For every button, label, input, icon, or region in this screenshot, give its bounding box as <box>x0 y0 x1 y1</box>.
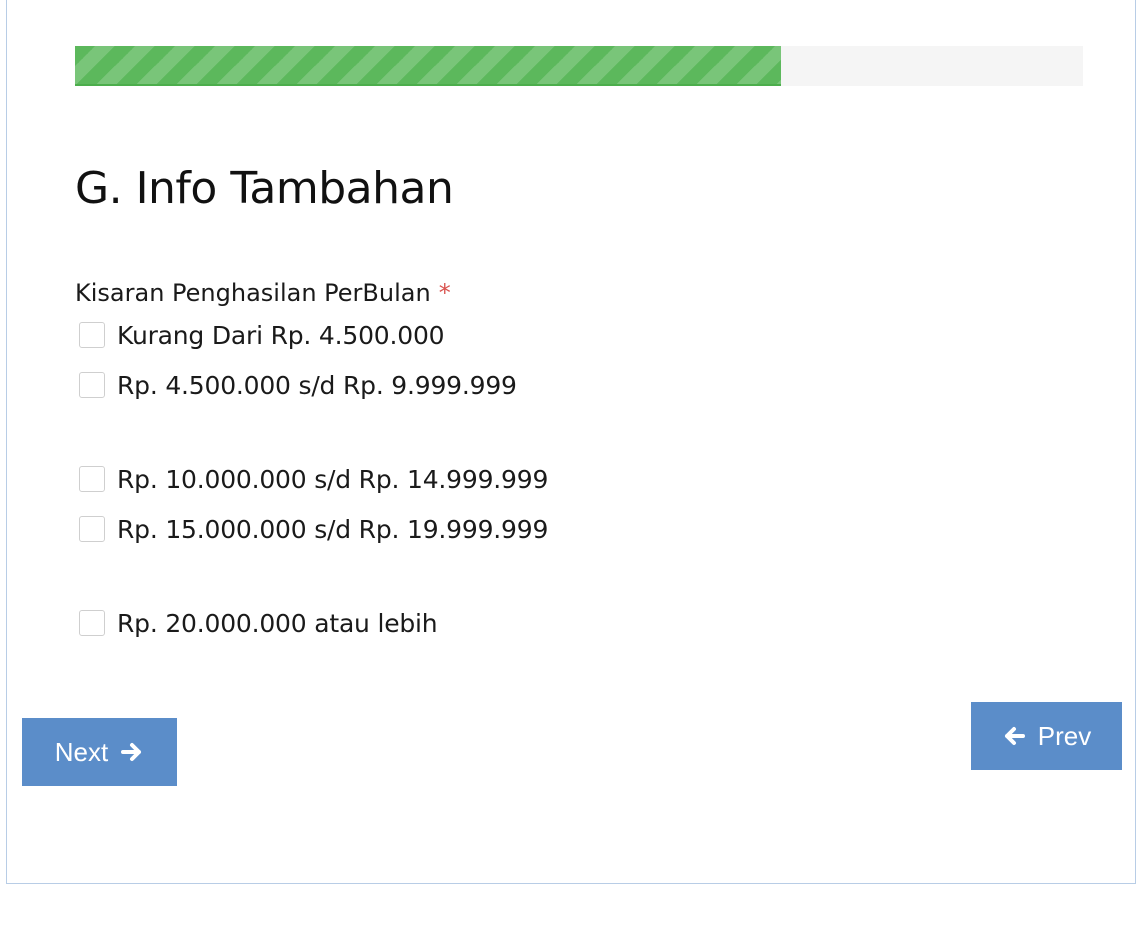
income-option-4-checkbox[interactable] <box>79 516 105 542</box>
income-option-2-label: Rp. 4.500.000 s/d Rp. 9.999.999 <box>117 370 517 400</box>
prev-button-label: Prev <box>1037 720 1092 751</box>
progress-bar <box>75 46 1083 86</box>
progress-bar-fill <box>75 46 781 86</box>
income-option-1-checkbox[interactable] <box>79 322 105 348</box>
income-option-4[interactable]: Rp. 15.000.000 s/d Rp. 19.999.999 <box>79 513 548 545</box>
income-option-3-label: Rp. 10.000.000 s/d Rp. 14.999.999 <box>117 464 549 494</box>
arrow-right-icon <box>120 740 144 764</box>
income-option-4-label: Rp. 15.000.000 s/d Rp. 19.999.999 <box>117 514 549 544</box>
income-range-label-text: Kisaran Penghasilan PerBulan <box>75 279 431 307</box>
income-option-1-label: Kurang Dari Rp. 4.500.000 <box>117 320 445 350</box>
next-button-label: Next <box>54 736 109 767</box>
prev-button[interactable]: Prev <box>971 702 1122 770</box>
income-range-label: Kisaran Penghasilan PerBulan * <box>75 279 451 307</box>
income-option-5[interactable]: Rp. 20.000.000 atau lebih <box>79 607 438 639</box>
income-option-3[interactable]: Rp. 10.000.000 s/d Rp. 14.999.999 <box>79 463 548 495</box>
arrow-left-icon <box>1002 724 1026 748</box>
income-option-5-label: Rp. 20.000.000 atau lebih <box>117 608 438 638</box>
income-option-2[interactable]: Rp. 4.500.000 s/d Rp. 9.999.999 <box>79 369 517 401</box>
income-option-1[interactable]: Kurang Dari Rp. 4.500.000 <box>79 319 445 351</box>
next-button[interactable]: Next <box>22 718 177 786</box>
section-title: G. Info Tambahan <box>75 163 454 214</box>
income-option-5-checkbox[interactable] <box>79 610 105 636</box>
income-option-2-checkbox[interactable] <box>79 372 105 398</box>
required-asterisk: * <box>438 279 451 307</box>
income-option-3-checkbox[interactable] <box>79 466 105 492</box>
